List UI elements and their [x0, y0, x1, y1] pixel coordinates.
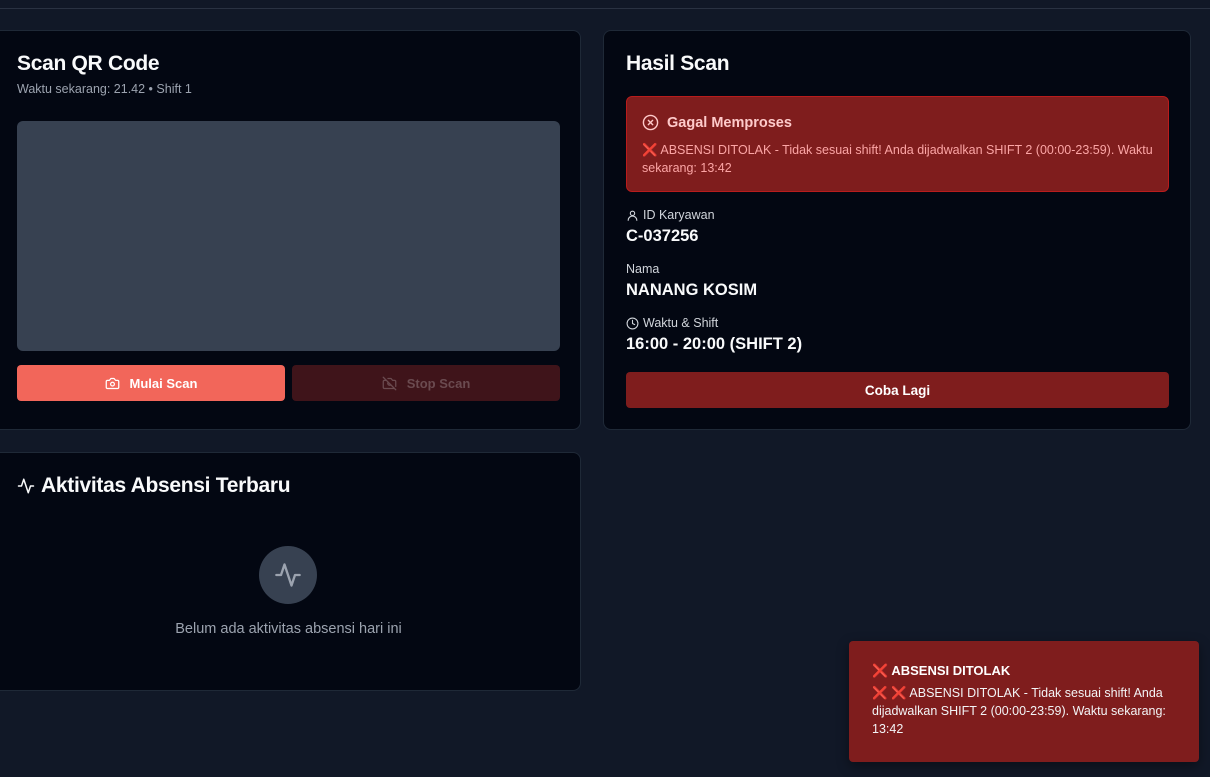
stop-scan-button[interactable]: Stop Scan [292, 365, 560, 401]
toast-title-text: ABSENSI DITOLAK [891, 663, 1011, 678]
activity-icon [17, 478, 35, 494]
clock-icon [626, 317, 639, 329]
user-icon [627, 210, 638, 221]
error-alert: Gagal Memproses ❌ ABSENSI DITOLAK - Tida… [626, 96, 1169, 192]
camera-icon [105, 377, 119, 389]
cross-mark-icon: ❌ [872, 663, 889, 678]
stop-scan-label: Stop Scan [406, 375, 471, 391]
activity-title: Aktivitas Absensi Terbaru [41, 474, 291, 497]
name-value: NANANG KOSIM [626, 281, 758, 299]
x-circle-icon [642, 114, 659, 131]
error-message: ❌ ABSENSI DITOLAK - Tidak sesuai shift! … [642, 141, 1157, 177]
retry-button[interactable]: Coba Lagi [626, 372, 1169, 408]
empty-state-text: Belum ada aktivitas absensi hari ini [175, 621, 402, 637]
camera-preview [17, 121, 560, 351]
activity-icon [275, 563, 301, 587]
error-message-text: ABSENSI DITOLAK - Tidak sesuai shift! An… [642, 143, 1153, 175]
empty-state-badge [259, 546, 317, 604]
result-title: Hasil Scan [626, 52, 730, 75]
toast-message-text: ABSENSI DITOLAK - Tidak sesuai shift! An… [872, 686, 1166, 736]
scan-qr-card: Scan QR Code Waktu sekarang: 21.42 • Shi… [0, 30, 581, 430]
time-shift-label-text: Waktu & Shift [643, 316, 719, 330]
scan-result-card: Hasil Scan Gagal Memproses ❌ ABSENSI DIT… [603, 30, 1191, 430]
error-title: Gagal Memproses [667, 114, 792, 131]
start-scan-button[interactable]: Mulai Scan [17, 365, 285, 401]
error-toast[interactable]: ❌ ABSENSI DITOLAK ❌ ❌ ABSENSI DITOLAK - … [849, 641, 1199, 762]
employee-id-label-text: ID Karyawan [643, 208, 715, 222]
time-shift-label: Waktu & Shift [626, 316, 718, 330]
toast-title: ❌ ABSENSI DITOLAK [872, 663, 1176, 679]
employee-id-label: ID Karyawan [626, 208, 715, 222]
employee-id-value: C-037256 [626, 227, 699, 245]
activity-heading: Aktivitas Absensi Terbaru [17, 474, 291, 498]
top-bar [0, 0, 1210, 9]
activity-card: Aktivitas Absensi Terbaru Belum ada akti… [0, 452, 581, 691]
start-scan-label: Mulai Scan [129, 375, 198, 391]
cross-mark-icon: ❌ ❌ [872, 686, 907, 700]
name-label: Nama [626, 262, 660, 276]
toast-message: ❌ ❌ ABSENSI DITOLAK - Tidak sesuai shift… [872, 684, 1176, 738]
time-shift-value: 16:00 - 20:00 (SHIFT 2) [626, 335, 803, 353]
scan-subtitle: Waktu sekarang: 21.42 • Shift 1 [17, 82, 192, 96]
camera-off-icon [382, 376, 397, 390]
error-heading: Gagal Memproses [642, 114, 792, 131]
scan-title: Scan QR Code [17, 52, 160, 75]
cross-mark-icon: ❌ [642, 143, 658, 157]
